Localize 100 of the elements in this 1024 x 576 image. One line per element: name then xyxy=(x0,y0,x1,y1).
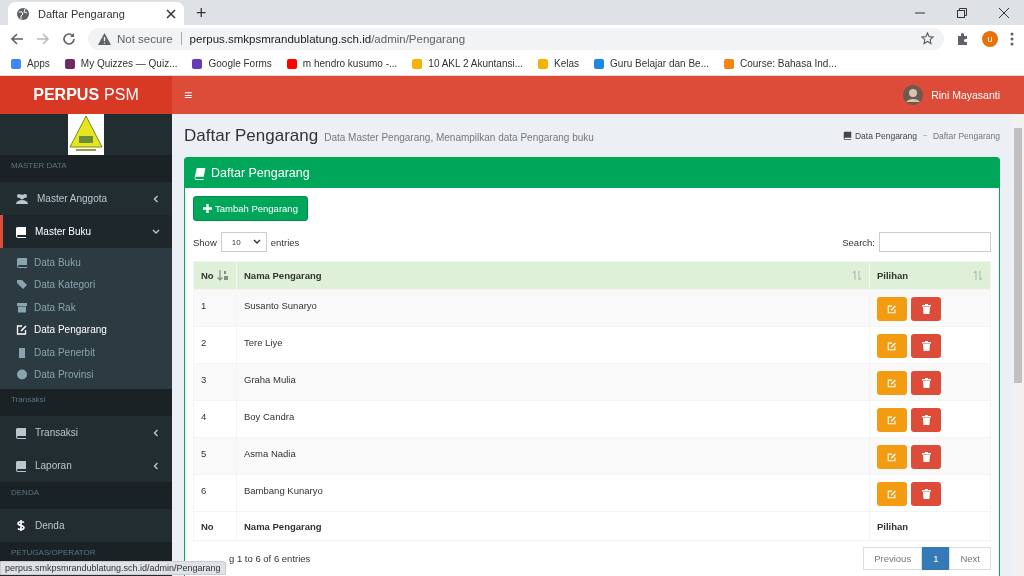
puzzle-icon[interactable] xyxy=(956,31,970,46)
delete-button[interactable] xyxy=(911,482,941,506)
tab-title: Daftar Pengarang xyxy=(38,7,126,20)
submenu-item[interactable]: Data Kategori xyxy=(0,273,172,296)
bookmark[interactable]: My Quizzes — Quiz... xyxy=(63,57,178,70)
close-icon[interactable] xyxy=(998,6,1010,19)
table-cell: 2 xyxy=(193,326,237,364)
menu-item[interactable]: Laporan xyxy=(0,449,172,482)
table-cell: 3 xyxy=(193,363,237,401)
search-field[interactable] xyxy=(879,232,991,252)
reload-icon[interactable] xyxy=(62,31,76,46)
warning-icon xyxy=(98,32,111,45)
table-cell: Tere Liye xyxy=(236,326,870,364)
edit-icon xyxy=(887,341,897,351)
bookmark[interactable]: Apps xyxy=(10,57,50,70)
delete-button[interactable] xyxy=(911,445,941,469)
book-icon xyxy=(16,256,28,268)
submenu-item[interactable]: Data Provinsi xyxy=(0,363,172,386)
pagination-button[interactable]: Next xyxy=(949,547,991,570)
breadcrumb-item: Daftar Pengarang xyxy=(932,130,1000,141)
book-icon xyxy=(15,459,27,472)
menu-item[interactable]: Master Anggota xyxy=(0,182,172,215)
search-label: Search: xyxy=(842,236,875,248)
restore-icon[interactable] xyxy=(956,6,968,19)
edit-icon xyxy=(16,324,28,336)
submenu-item[interactable]: Data Rak xyxy=(0,296,172,319)
chevron-down-icon xyxy=(252,239,261,245)
section-header: DENDA xyxy=(0,482,172,509)
submenu-item[interactable]: Data Buku xyxy=(0,251,172,274)
book-icon xyxy=(15,426,27,439)
column-header[interactable]: Nama Pengarang xyxy=(236,261,870,290)
sort-icon xyxy=(852,270,862,281)
browser-tab[interactable]: Daftar Pengarang xyxy=(8,2,184,25)
table-cell: Boy Candra xyxy=(236,400,870,438)
column-footer: Nama Pengarang xyxy=(236,511,870,541)
school-logo xyxy=(68,114,104,155)
edit-icon xyxy=(887,304,897,314)
trash-icon xyxy=(921,415,931,425)
show-label: Show xyxy=(193,236,217,248)
table-cell: 4 xyxy=(193,400,237,438)
brand-logo[interactable]: PERPUS PSM xyxy=(0,76,172,114)
bookmark[interactable]: Kelas xyxy=(537,57,580,70)
book-icon xyxy=(15,225,27,238)
bookmark[interactable]: Guru Belajar dan Be... xyxy=(593,57,709,70)
star-icon[interactable] xyxy=(921,32,934,45)
archive-icon xyxy=(16,301,28,313)
new-tab-button[interactable]: + xyxy=(196,3,207,23)
users-icon xyxy=(15,192,29,205)
book-icon xyxy=(193,166,207,180)
trash-icon xyxy=(921,378,931,388)
column-header[interactable]: Pilihan xyxy=(869,261,991,290)
sort-ascending-icon xyxy=(217,270,229,281)
delete-button[interactable] xyxy=(911,334,941,358)
trash-icon xyxy=(921,304,931,314)
user-name[interactable]: Rini Mayasanti xyxy=(931,89,1000,101)
table-cell: 5 xyxy=(193,437,237,475)
menu-item[interactable]: Denda xyxy=(0,509,172,542)
delete-button[interactable] xyxy=(911,297,941,321)
edit-icon xyxy=(887,415,897,425)
trash-icon xyxy=(921,452,931,462)
close-icon[interactable] xyxy=(166,8,176,19)
avatar-icon[interactable] xyxy=(903,85,924,105)
scrollbar[interactable] xyxy=(1012,114,1024,576)
table-cell: Susanto Sunaryo xyxy=(236,289,870,327)
page-length-select[interactable]: 10 xyxy=(220,232,267,252)
menu-toggle[interactable]: ≡ xyxy=(184,87,193,103)
table-cell: Asma Nadia xyxy=(236,437,870,475)
panel-title: Daftar Pengarang xyxy=(211,166,310,180)
submenu-item[interactable]: Data Penerbit xyxy=(0,341,172,364)
bookmark[interactable]: 10 AKL 2 Akuntansi... xyxy=(411,57,524,70)
table-info: g 1 to 6 of 6 entries xyxy=(228,552,311,564)
more-icon[interactable] xyxy=(1010,31,1014,46)
menu-item[interactable]: Transaksi xyxy=(0,416,172,449)
column-header[interactable]: No xyxy=(193,261,237,290)
delete-button[interactable] xyxy=(911,408,941,432)
bookmark[interactable]: m hendro kusumo -... xyxy=(285,57,398,70)
status-url: perpus.smkpsmrandublatung.sch.id/admin/Pengarang xyxy=(0,561,226,575)
url-text: perpus.smkpsmrandublatung.sch.id/admin/Pengarang xyxy=(189,32,466,45)
tag-icon xyxy=(16,279,28,291)
address-field[interactable]: Not secure perpus.smkpsmrandublatung.sch.id/admin/Pengarang xyxy=(88,27,944,50)
page-title: Daftar Pengarang xyxy=(184,125,319,146)
edit-icon xyxy=(887,452,897,462)
back-icon[interactable] xyxy=(10,31,24,46)
entries-label: entries xyxy=(270,236,300,248)
sort-icon xyxy=(973,270,983,281)
edit-icon xyxy=(887,378,897,388)
pagination-button[interactable]: Previous xyxy=(863,547,923,570)
delete-button[interactable] xyxy=(911,371,941,395)
bookmark[interactable]: Google Forms xyxy=(191,57,272,70)
book-icon xyxy=(842,131,852,140)
trash-icon xyxy=(921,341,931,351)
security-label: Not secure xyxy=(117,32,173,45)
pagination-button[interactable]: 1 xyxy=(922,547,950,570)
submenu-item[interactable]: Data Pengarang xyxy=(0,318,172,341)
table-cell: Bambang Kunaryo xyxy=(236,474,870,512)
breadcrumb-item[interactable]: Data Pengarang xyxy=(842,130,917,141)
table-cell: Graha Mulia xyxy=(236,363,870,401)
plus-icon xyxy=(203,204,212,213)
bookmark[interactable]: Course: Bahasa Ind... xyxy=(723,57,837,70)
menu-item[interactable]: Master Buku xyxy=(0,215,172,248)
